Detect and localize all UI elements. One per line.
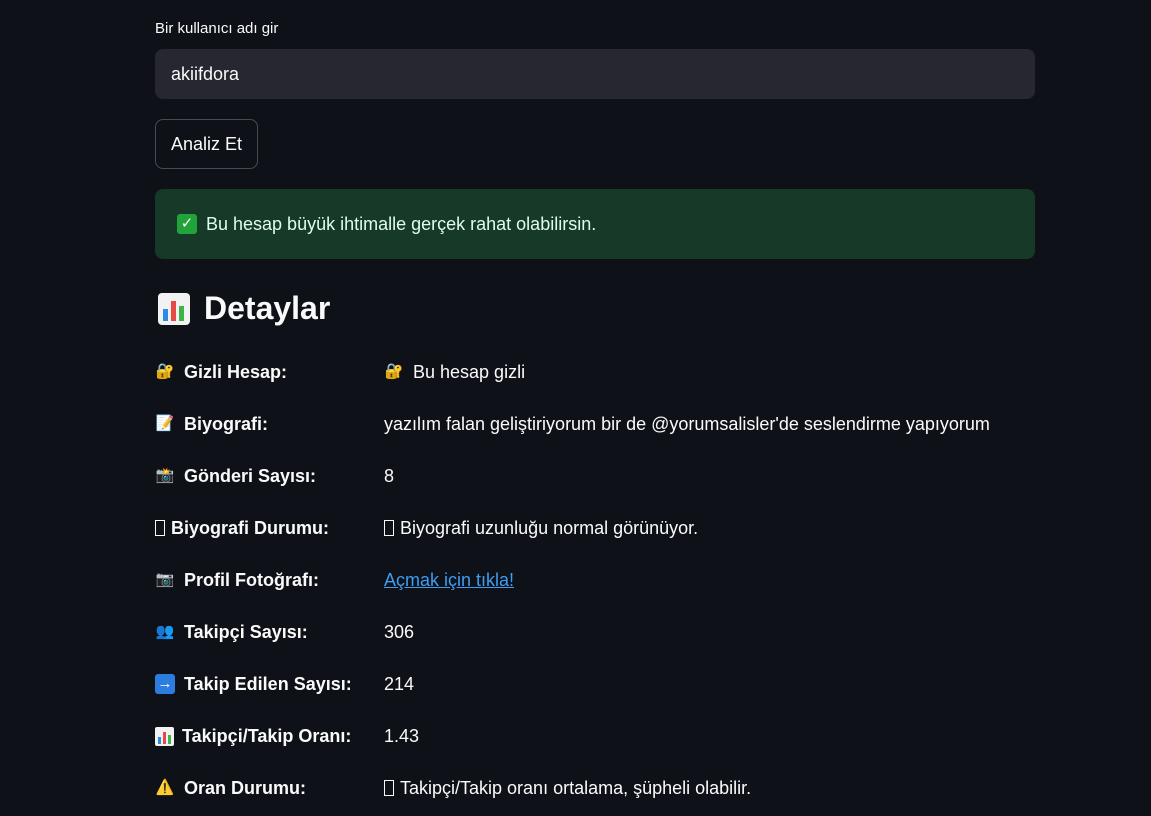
details-heading: Detaylar bbox=[158, 290, 330, 327]
details-table: 🔐 Gizli Hesap: 🔐 Bu hesap gizli 📝 Biyogr… bbox=[155, 346, 1035, 814]
camera-icon: 📷 bbox=[155, 571, 175, 588]
detail-label: Takip Edilen Sayısı: bbox=[184, 673, 352, 694]
detail-value: 306 bbox=[384, 621, 415, 642]
detail-value: yazılım falan geliştiriyorum bir de @yor… bbox=[384, 413, 990, 434]
detail-row-bio-status: Biyografi Durumu: Biyografi uzunluğu nor… bbox=[155, 502, 1035, 554]
missing-glyph-icon bbox=[384, 520, 394, 536]
arrow-right-icon: → bbox=[155, 674, 175, 694]
detail-label: Profil Fotoğrafı: bbox=[184, 569, 319, 590]
detail-label: Gizli Hesap: bbox=[184, 361, 288, 382]
detail-row-profile-photo: 📷 Profil Fotoğrafı: Açmak için tıkla! bbox=[155, 554, 1035, 606]
detail-row-post-count: 📸 Gönderi Sayısı: 8 bbox=[155, 450, 1035, 502]
detail-row-following: → Takip Edilen Sayısı: 214 bbox=[155, 658, 1035, 710]
camera-flash-icon: 📸 bbox=[155, 467, 175, 484]
detail-label: Takipçi Sayısı: bbox=[184, 621, 308, 642]
username-input[interactable] bbox=[155, 49, 1035, 99]
detail-row-ratio-status: ⚠️ Oran Durumu: Takipçi/Takip oranı orta… bbox=[155, 762, 1035, 814]
profile-photo-link[interactable]: Açmak için tıkla! bbox=[384, 570, 514, 591]
bar-chart-icon bbox=[155, 726, 174, 746]
details-title: Detaylar bbox=[204, 290, 331, 326]
memo-icon: 📝 bbox=[155, 415, 175, 432]
detail-label: Oran Durumu: bbox=[184, 777, 307, 798]
missing-glyph-icon bbox=[155, 520, 165, 536]
detail-row-bio: 📝 Biyografi: yazılım falan geliştiriyoru… bbox=[155, 398, 1035, 450]
detail-value: Takipçi/Takip oranı ortalama, şüpheli ol… bbox=[400, 777, 752, 798]
people-icon: 👥 bbox=[155, 623, 175, 640]
success-alert: ✓ Bu hesap büyük ihtimalle gerçek rahat … bbox=[155, 189, 1035, 259]
bar-chart-icon bbox=[158, 292, 190, 325]
check-mark-icon: ✓ bbox=[177, 214, 197, 234]
detail-value: 1.43 bbox=[384, 725, 420, 746]
lock-icon: 🔐 bbox=[155, 363, 175, 380]
detail-label: Biyografi: bbox=[184, 413, 269, 434]
detail-row-ratio: Takipçi/Takip Oranı: 1.43 bbox=[155, 710, 1035, 762]
detail-value: Biyografi uzunluğu normal görünüyor. bbox=[400, 517, 699, 538]
alert-text: Bu hesap büyük ihtimalle gerçek rahat ol… bbox=[206, 213, 597, 234]
username-label: Bir kullanıcı adı gir bbox=[155, 20, 279, 37]
detail-row-private: 🔐 Gizli Hesap: 🔐 Bu hesap gizli bbox=[155, 346, 1035, 398]
detail-value: 8 bbox=[384, 465, 395, 486]
detail-value: Bu hesap gizli bbox=[413, 361, 526, 382]
missing-glyph-icon bbox=[384, 780, 394, 796]
detail-value: 214 bbox=[384, 673, 415, 694]
detail-label: Biyografi Durumu: bbox=[171, 517, 330, 538]
detail-label: Takipçi/Takip Oranı: bbox=[182, 725, 352, 746]
analyze-button[interactable]: Analiz Et bbox=[155, 119, 259, 169]
detail-row-followers: 👥 Takipçi Sayısı: 306 bbox=[155, 606, 1035, 658]
warning-icon: ⚠️ bbox=[155, 779, 175, 796]
detail-label: Gönderi Sayısı: bbox=[184, 465, 317, 486]
lock-icon: 🔐 bbox=[384, 363, 404, 380]
